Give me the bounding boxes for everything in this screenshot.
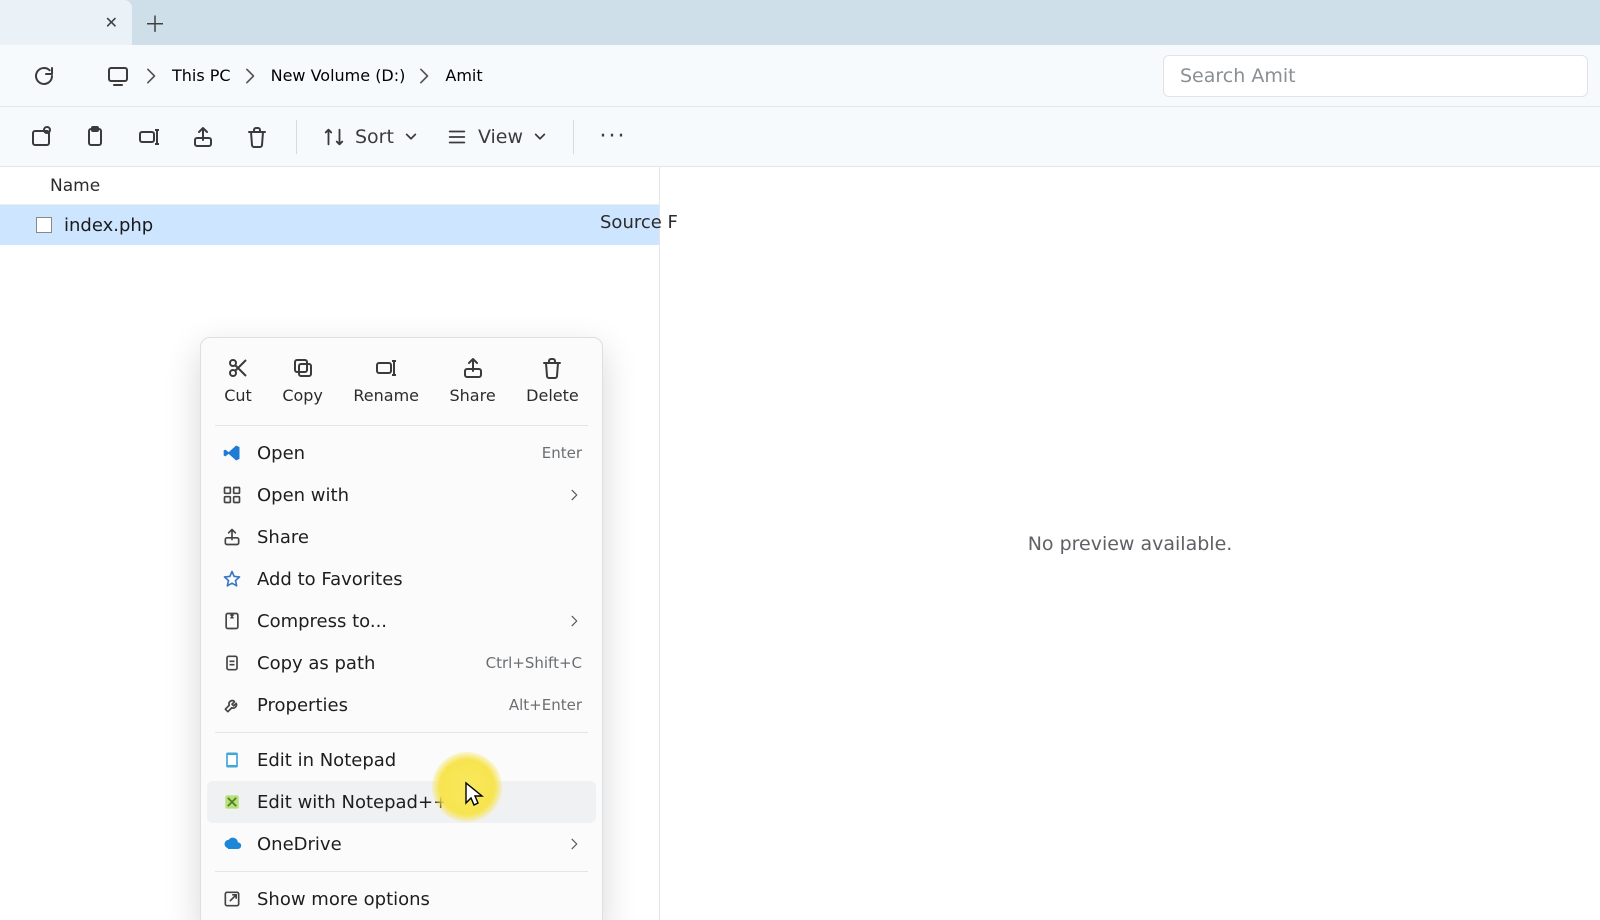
address-row: This PC New Volume (D:) Amit Search Amit [0,45,1600,107]
shortcut: Ctrl+Shift+C [474,654,582,672]
ctx-rename[interactable]: Rename [347,352,425,409]
ctx-onedrive[interactable]: OneDrive [207,823,596,865]
rename-button[interactable] [124,115,174,159]
ctx-cut[interactable]: Cut [218,352,258,409]
ctx-open[interactable]: Open Enter [207,432,596,474]
copy-path-icon [221,652,243,674]
delete-button[interactable] [232,115,282,159]
ctx-copy-path[interactable]: Copy as path Ctrl+Shift+C [207,642,596,684]
chevron-right-icon [142,66,162,86]
breadcrumb-item[interactable]: New Volume (D:) [265,64,412,87]
ctx-properties[interactable]: Properties Alt+Enter [207,684,596,726]
this-pc-icon[interactable] [98,56,138,96]
chevron-down-icon [533,130,547,144]
vscode-icon [221,442,243,464]
no-preview-text: No preview available. [1028,533,1233,555]
new-item-button[interactable] [16,115,66,159]
sort-button[interactable]: Sort [311,115,430,159]
paste-button[interactable] [70,115,120,159]
preview-pane: No preview available. [660,167,1600,920]
ctx-edit-notepad[interactable]: Edit in Notepad [207,739,596,781]
notepad-icon [221,749,243,771]
file-row[interactable]: index.php [0,205,659,245]
ctx-add-favorites[interactable]: Add to Favorites [207,558,596,600]
shortcut: Enter [530,444,582,462]
ctx-edit-notepad-plus-plus[interactable]: Edit with Notepad++ [207,781,596,823]
ctx-open-with[interactable]: Open with [207,474,596,516]
ctx-separator [215,425,588,426]
ctx-copy[interactable]: Copy [276,352,329,409]
wrench-icon [221,694,243,716]
ctx-show-more-options[interactable]: Show more options [207,878,596,920]
ctx-compress[interactable]: Compress to... [207,600,596,642]
chevron-right-icon [568,488,582,502]
chevron-right-icon [415,66,435,86]
chevron-right-icon [241,66,261,86]
ctx-delete[interactable]: Delete [520,352,585,409]
toolbar-divider [573,120,574,154]
chevron-right-icon [568,614,582,628]
star-icon [221,568,243,590]
cut-icon [226,356,250,380]
view-label: View [478,126,523,148]
column-header-name[interactable]: Name [0,167,659,205]
view-button[interactable]: View [434,115,559,159]
file-icon [36,217,52,233]
sort-icon [323,126,345,148]
ctx-share[interactable]: Share [444,352,502,409]
share-button[interactable] [178,115,228,159]
notepadpp-icon [221,791,243,813]
ctx-separator [215,871,588,872]
content-area: Name index.php Source F No preview avail… [0,167,1600,920]
close-icon[interactable]: ✕ [105,15,118,31]
more-button[interactable]: ··· [588,115,638,159]
chevron-down-icon [404,130,418,144]
share-icon [221,526,243,548]
context-menu-top-row: Cut Copy Rename Share Delete [207,346,596,419]
file-name: index.php [64,215,153,236]
shortcut: Alt+Enter [497,696,582,714]
ctx-separator [215,732,588,733]
ctx-share-item[interactable]: Share [207,516,596,558]
breadcrumb-item[interactable]: Amit [439,64,488,87]
context-menu: Cut Copy Rename Share Delete Open Enter … [200,337,603,920]
search-input[interactable]: Search Amit [1163,55,1588,97]
delete-icon [540,356,564,380]
rename-icon [374,356,398,380]
refresh-button[interactable] [24,56,64,96]
chevron-right-icon [568,837,582,851]
apps-icon [221,484,243,506]
view-icon [446,126,468,148]
onedrive-icon [221,833,243,855]
toolbar-divider [296,120,297,154]
external-icon [221,888,243,910]
tab-strip: ✕ ＋ [0,0,1600,45]
breadcrumb-item[interactable]: This PC [166,64,237,87]
new-tab-button[interactable]: ＋ [132,0,178,45]
toolbar: Sort View ··· [0,107,1600,167]
more-icon: ··· [600,124,627,149]
tab-active[interactable]: ✕ [0,0,132,45]
copy-icon [291,356,315,380]
zip-icon [221,610,243,632]
file-type-fragment: Source F [600,212,678,233]
search-placeholder: Search Amit [1180,65,1296,87]
share-icon [461,356,485,380]
sort-label: Sort [355,126,394,148]
